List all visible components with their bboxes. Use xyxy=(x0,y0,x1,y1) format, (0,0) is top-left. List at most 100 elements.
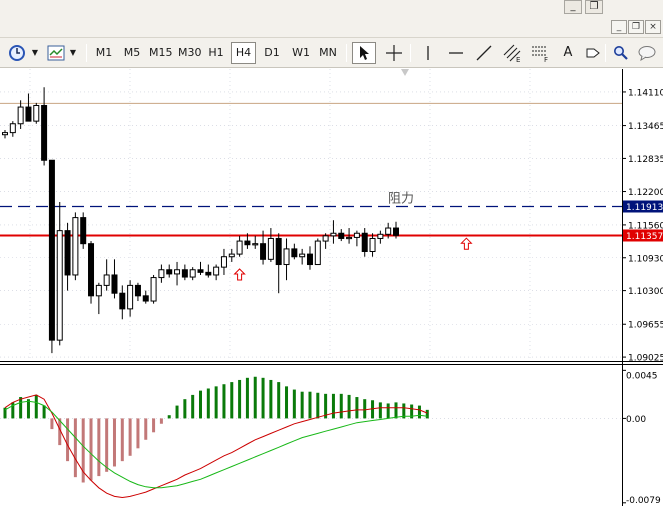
histogram-bar xyxy=(159,418,163,424)
histogram-bar xyxy=(417,405,421,419)
timeframe-mn[interactable]: MN xyxy=(316,42,340,64)
chart-area[interactable]: 阻力 1.14110 1.13465 1.12835 1.12200 1.11560 1.… xyxy=(0,69,663,506)
horizontal-line-button[interactable] xyxy=(444,42,468,64)
candle xyxy=(80,212,87,249)
histogram-bar xyxy=(292,389,296,419)
equidistant-channel-icon: E xyxy=(503,44,520,64)
cursor-button[interactable] xyxy=(352,42,376,64)
price-tick-label: 1.12200 xyxy=(628,188,663,198)
histogram-bar xyxy=(425,409,429,419)
restore-icon: ❐ xyxy=(631,22,641,32)
search-icon xyxy=(614,46,628,60)
histogram-bar xyxy=(206,388,210,419)
search-button[interactable] xyxy=(610,42,632,64)
histogram-bar xyxy=(66,418,70,462)
candle xyxy=(48,159,55,354)
histogram-bar xyxy=(394,402,398,419)
histogram-bar xyxy=(183,399,187,419)
histogram-bar xyxy=(26,399,30,419)
timeframe-d1[interactable]: D1 xyxy=(261,42,283,64)
close-icon: × xyxy=(649,22,657,32)
chart-template-button[interactable] xyxy=(44,42,68,64)
price-tick-label: 1.09025 xyxy=(628,354,663,364)
chat-button[interactable] xyxy=(636,42,660,64)
candle xyxy=(314,238,321,266)
chart-minimize-button[interactable]: _ xyxy=(611,20,627,34)
price-chart[interactable]: 阻力 1.141101.134651.128351.122001.115601.… xyxy=(0,69,663,506)
timeframe-w1[interactable]: W1 xyxy=(289,42,313,64)
indicator-tick-label: 0.0045 xyxy=(626,371,658,381)
text-tool-button[interactable]: A xyxy=(556,42,580,64)
histogram-bar xyxy=(144,418,148,440)
histogram-bar xyxy=(363,399,367,419)
histogram-bar xyxy=(339,393,343,419)
indicator-tick-label: 0.00 xyxy=(626,415,646,425)
timeframe-m15[interactable]: M15 xyxy=(147,42,173,64)
window-restore-button[interactable]: ❐ xyxy=(585,0,603,14)
equidistant-channel-button[interactable]: E xyxy=(500,42,524,64)
vertical-line-button[interactable] xyxy=(416,42,440,64)
candle xyxy=(150,274,157,304)
histogram-bar xyxy=(386,403,390,419)
cursor-icon xyxy=(360,46,369,60)
dropdown-icon: ▼ xyxy=(69,48,77,57)
histogram-bar xyxy=(355,397,359,419)
timeframe-h1[interactable]: H1 xyxy=(205,42,227,64)
price-tick-label: 1.12835 xyxy=(628,155,663,165)
minimize-icon: _ xyxy=(570,1,576,12)
histogram-bar xyxy=(269,379,273,419)
histogram-bar xyxy=(331,393,335,419)
text-tool-icon: A xyxy=(563,45,573,60)
clock-button[interactable] xyxy=(6,42,28,64)
price-tick-label: 1.14110 xyxy=(628,88,663,98)
toolbar-separator xyxy=(410,44,411,62)
restore-icon: ❐ xyxy=(589,1,599,12)
price-axis: 1.141101.134651.128351.122001.115601.109… xyxy=(622,88,663,364)
resistance-price-label: 1.11913 xyxy=(626,203,663,213)
histogram-bar xyxy=(238,379,242,419)
candle xyxy=(72,212,79,281)
histogram-bar xyxy=(152,418,156,433)
trendline-button[interactable] xyxy=(472,42,496,64)
text-label-button[interactable] xyxy=(582,42,604,64)
toolbar-separator xyxy=(346,44,347,62)
price-tick-label: 1.10930 xyxy=(628,254,663,264)
minimize-icon: _ xyxy=(616,22,622,32)
histogram-bar xyxy=(136,418,140,449)
timeframe-m30[interactable]: M30 xyxy=(176,42,202,64)
histogram-bar xyxy=(112,418,116,467)
histogram-bar xyxy=(19,397,23,419)
clock-dropdown[interactable]: ▼ xyxy=(30,42,40,64)
fibonacci-button[interactable]: F xyxy=(528,42,552,64)
fibonacci-letter: F xyxy=(544,56,548,63)
chat-icon xyxy=(638,46,656,62)
crosshair-icon xyxy=(386,45,402,61)
histogram-bar xyxy=(167,415,171,419)
chart-template-icon xyxy=(47,45,65,61)
histogram-bar xyxy=(222,384,226,419)
histogram-bar xyxy=(277,382,281,419)
candle xyxy=(88,241,95,304)
crosshair-button[interactable] xyxy=(382,42,406,64)
histogram-bar xyxy=(199,390,202,419)
histogram-bar xyxy=(50,418,54,430)
histogram-bar xyxy=(230,382,234,419)
toolbar-separator xyxy=(86,44,87,62)
window-minimize-button[interactable]: _ xyxy=(564,0,582,14)
menu-bar: _ ❐ × xyxy=(0,16,663,38)
timeframe-h4[interactable]: H4 xyxy=(231,42,256,64)
terminal-window: { "indicator_colors": { "background": "#… xyxy=(0,0,663,506)
clock-icon xyxy=(9,45,25,61)
histogram-bar xyxy=(245,377,249,419)
candle xyxy=(33,102,40,124)
channel-letter: E xyxy=(516,56,520,63)
horizontal-line-icon xyxy=(449,52,463,54)
histogram-bar xyxy=(214,386,218,419)
chart-restore-button[interactable]: ❐ xyxy=(628,20,644,34)
timeframe-m5[interactable]: M5 xyxy=(120,42,144,64)
resistance-label: 阻力 xyxy=(388,192,414,207)
timeframe-m1[interactable]: M1 xyxy=(92,42,116,64)
chart-close-button[interactable]: × xyxy=(645,20,661,34)
vertical-line-icon xyxy=(427,46,429,60)
template-dropdown[interactable]: ▼ xyxy=(68,42,78,64)
